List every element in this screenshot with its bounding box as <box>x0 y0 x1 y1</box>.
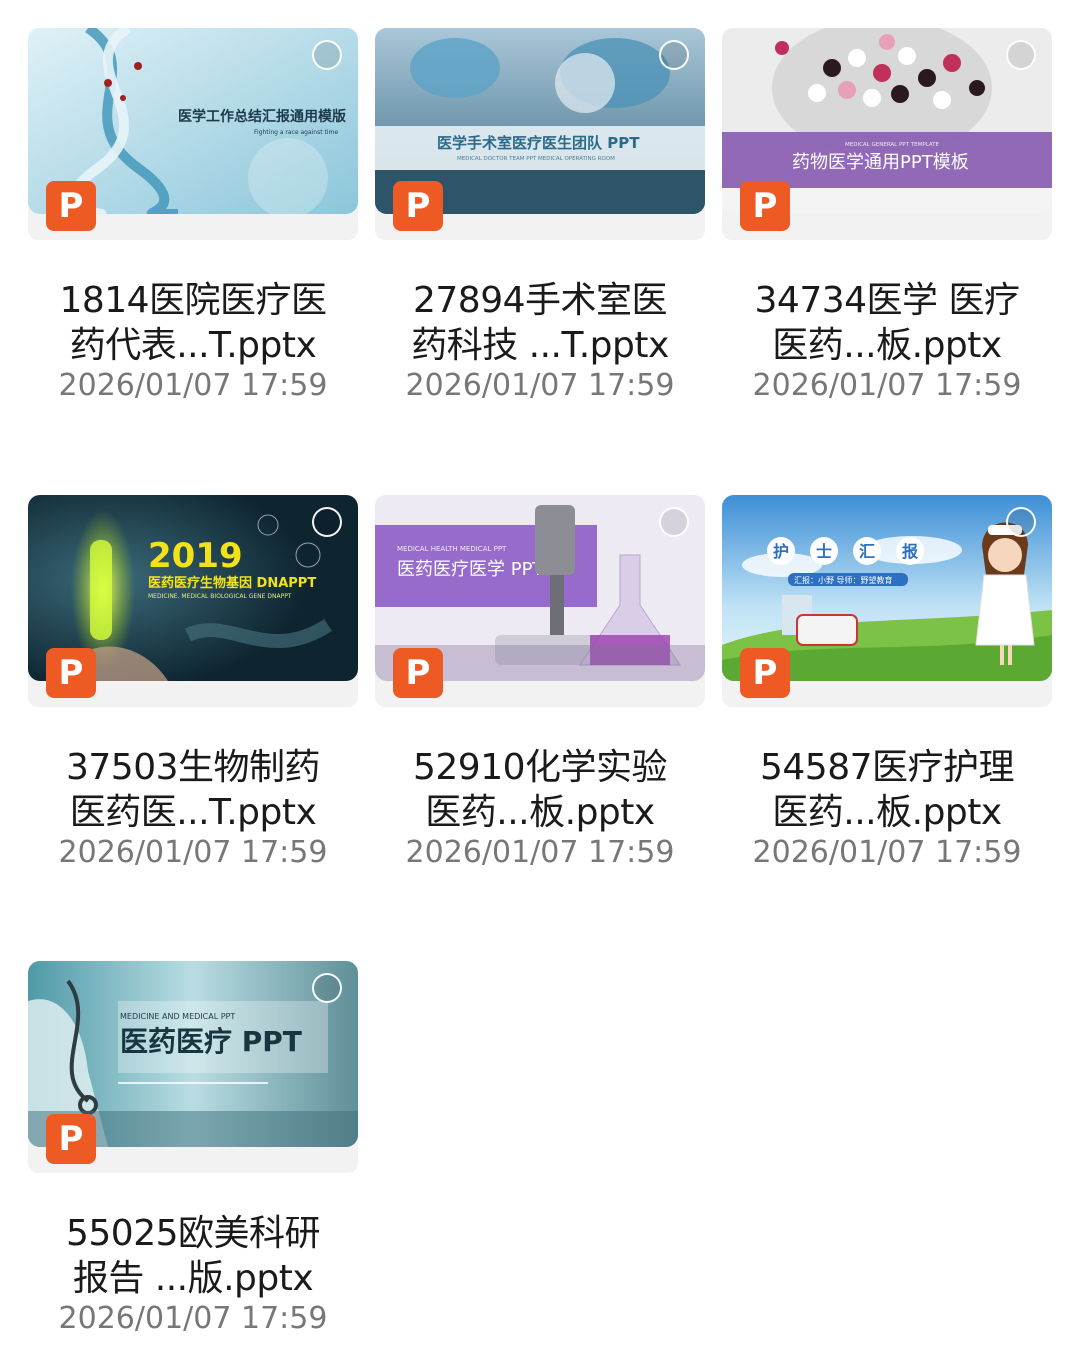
thumb-title-char: 报 <box>902 542 918 561</box>
thumb-subtitle: MEDICAL HEALTH MEDICAL PPT <box>397 545 507 553</box>
thumb-title: 医药医疗医学 PPT <box>397 559 544 580</box>
powerpoint-icon: P <box>393 648 443 698</box>
file-name[interactable]: 54587医疗护理 医药...板.pptx <box>722 745 1052 835</box>
thumb-title-char: 汇 <box>859 542 875 561</box>
file-name[interactable]: 52910化学实验 医药...板.pptx <box>375 745 705 835</box>
thumb-title: 医学手术室医疗医生团队 PPT <box>437 134 640 152</box>
select-checkbox[interactable] <box>659 40 689 70</box>
select-checkbox[interactable] <box>312 40 342 70</box>
file-card[interactable]: 医学手术室医疗医生团队 PPT MEDICAL DOCTOR TEAM PPT … <box>375 28 705 406</box>
file-name[interactable]: 37503生物制药 医药医...T.pptx <box>28 745 358 835</box>
file-card[interactable]: 医学工作总结汇报通用模版 Fighting a race against tim… <box>28 28 358 406</box>
select-checkbox[interactable] <box>659 507 689 537</box>
file-name[interactable]: 1814医院医疗医 药代表...T.pptx <box>28 278 358 368</box>
powerpoint-icon: P <box>46 648 96 698</box>
file-modified-time: 2026/01/07 17:59 <box>405 368 675 403</box>
thumb-title: 药物医学通用PPT模板 <box>792 152 969 173</box>
thumb-title-char: 护 <box>773 542 789 561</box>
powerpoint-icon: P <box>740 181 790 231</box>
file-name[interactable]: 27894手术室医 药科技 ...T.pptx <box>375 278 705 368</box>
file-modified-time: 2026/01/07 17:59 <box>58 835 328 870</box>
file-card[interactable]: 护 士 汇 报 汇报：小野 导师：野望教育 P 54587医疗护理 医药...板… <box>722 495 1052 873</box>
file-card[interactable]: MEDICAL HEALTH MEDICAL PPT 医药医疗医学 PPT P … <box>375 495 705 873</box>
file-modified-time: 2026/01/07 17:59 <box>752 835 1022 870</box>
file-name[interactable]: 34734医学 医疗 医药...板.pptx <box>722 278 1052 368</box>
powerpoint-icon: P <box>393 181 443 231</box>
file-modified-time: 2026/01/07 17:59 <box>405 835 675 870</box>
select-checkbox[interactable] <box>312 507 342 537</box>
file-thumbnail-frame[interactable]: MEDICINE AND MEDICAL PPT 医药医疗 PPT P <box>28 961 358 1173</box>
file-card[interactable]: MEDICINE AND MEDICAL PPT 医药医疗 PPT P 5502… <box>28 961 358 1339</box>
thumb-subtitle: 汇报：小野 导师：野望教育 <box>794 575 893 585</box>
file-modified-time: 2026/01/07 17:59 <box>58 1301 328 1336</box>
file-thumbnail-frame[interactable]: 医学工作总结汇报通用模版 Fighting a race against tim… <box>28 28 358 240</box>
select-checkbox[interactable] <box>312 973 342 1003</box>
thumb-subtitle: MEDICINE AND MEDICAL PPT <box>120 1012 235 1021</box>
select-checkbox[interactable] <box>1006 507 1036 537</box>
powerpoint-icon: P <box>46 181 96 231</box>
thumb-title: 医学工作总结汇报通用模版 <box>178 108 346 125</box>
file-thumbnail-frame[interactable]: MEDICAL GENERAL PPT TEMPLATE 药物医学通用PPT模板… <box>722 28 1052 240</box>
thumb-title: 医药医疗 PPT <box>120 1025 302 1058</box>
file-card[interactable]: 2019 医药医疗生物基因 DNAPPT MEDICINE. MEDICAL B… <box>28 495 358 873</box>
powerpoint-icon: P <box>46 1114 96 1164</box>
file-modified-time: 2026/01/07 17:59 <box>752 368 1022 403</box>
thumb-title: 医药医疗生物基因 DNAPPT <box>148 575 316 591</box>
thumb-subtitle: Fighting a race against time <box>254 129 338 136</box>
file-card[interactable]: MEDICAL GENERAL PPT TEMPLATE 药物医学通用PPT模板… <box>722 28 1052 406</box>
file-name[interactable]: 55025欧美科研 报告 ...版.pptx <box>28 1211 358 1301</box>
file-thumbnail-frame[interactable]: 医学手术室医疗医生团队 PPT MEDICAL DOCTOR TEAM PPT … <box>375 28 705 240</box>
file-thumbnail-frame[interactable]: 2019 医药医疗生物基因 DNAPPT MEDICINE. MEDICAL B… <box>28 495 358 707</box>
thumb-title-char: 士 <box>816 542 832 561</box>
thumb-subtitle: MEDICAL DOCTOR TEAM PPT MEDICAL OPERATIN… <box>457 156 615 162</box>
file-thumbnail-frame[interactable]: MEDICAL HEALTH MEDICAL PPT 医药医疗医学 PPT P <box>375 495 705 707</box>
thumb-subtitle: MEDICAL GENERAL PPT TEMPLATE <box>845 142 940 148</box>
powerpoint-icon: P <box>740 648 790 698</box>
file-thumbnail-frame[interactable]: 护 士 汇 报 汇报：小野 导师：野望教育 P <box>722 495 1052 707</box>
thumb-year: 2019 <box>148 536 243 576</box>
thumb-subtitle: MEDICINE. MEDICAL BIOLOGICAL GENE DNAPPT <box>148 593 292 600</box>
select-checkbox[interactable] <box>1006 40 1036 70</box>
file-modified-time: 2026/01/07 17:59 <box>58 368 328 403</box>
